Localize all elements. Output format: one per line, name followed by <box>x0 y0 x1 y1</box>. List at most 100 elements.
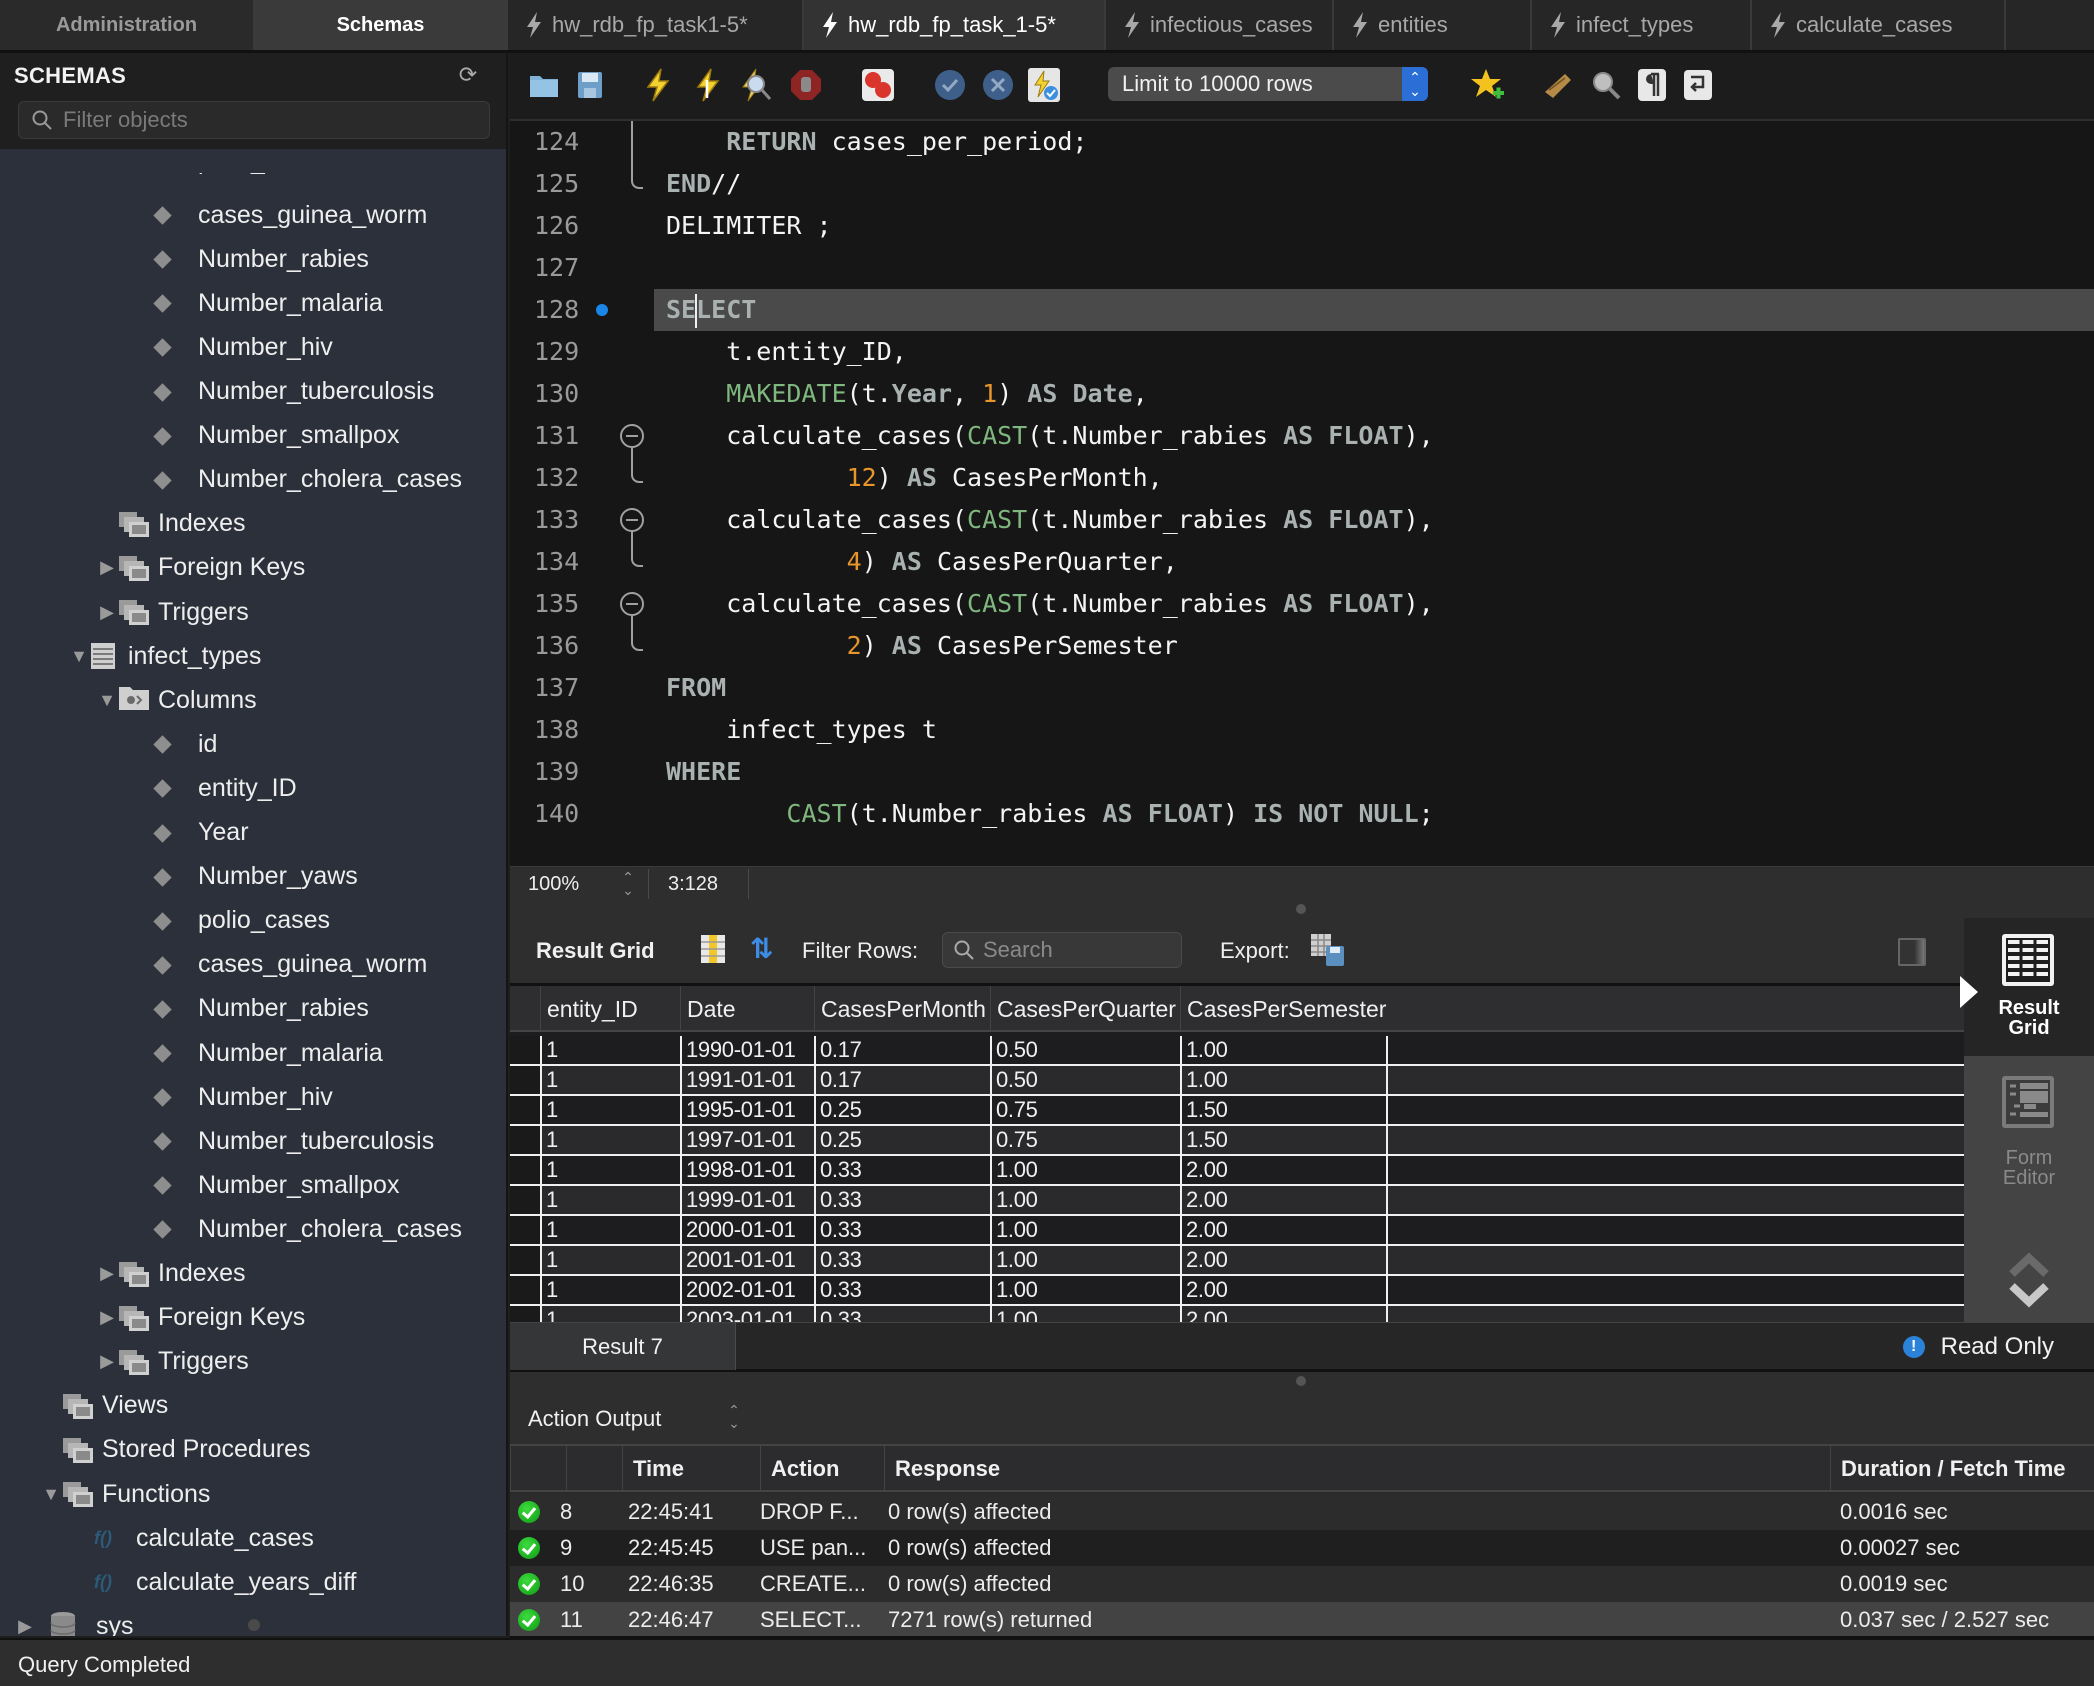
row-selector[interactable] <box>510 1246 540 1274</box>
tree-item-folder[interactable]: Stored Procedures <box>40 1428 310 1472</box>
refresh-icon[interactable]: ⇅ <box>750 934 784 964</box>
tree-item-columns-folder[interactable]: ▼ Columns <box>96 678 257 722</box>
grid-cell[interactable]: 1 <box>540 1156 680 1184</box>
collapsed-triangle-icon[interactable]: ▶ <box>96 1351 118 1373</box>
fold-collapse-icon[interactable] <box>620 592 644 616</box>
grid-cell[interactable]: 1.50 <box>1180 1096 1388 1124</box>
invisible-chars-icon[interactable] <box>1634 67 1670 103</box>
row-selector[interactable] <box>510 1306 540 1322</box>
result-grid-view-button[interactable]: Result Grid <box>1964 918 2094 1056</box>
tree-item-column[interactable]: cases_guinea_worm <box>152 193 427 237</box>
sidebar-resize-handle[interactable] <box>248 1619 260 1631</box>
tree-item-folder[interactable]: ▶ Triggers <box>96 590 249 634</box>
toggle-side-panel-icon[interactable] <box>1898 938 1926 966</box>
row-selector[interactable] <box>510 1096 540 1124</box>
row-selector[interactable] <box>510 1066 540 1094</box>
grid-cell[interactable]: 0.33 <box>814 1246 990 1274</box>
code-line[interactable]: 127 <box>510 247 2094 289</box>
grid-column-header[interactable]: CasesPerMonth <box>814 986 990 1032</box>
tab-result-7[interactable]: Result 7 <box>510 1323 736 1370</box>
query-tab[interactable]: infectious_cases <box>1106 0 1334 50</box>
tree-item-column[interactable]: Number_tuberculosis <box>152 1119 434 1163</box>
tree-item-folder[interactable]: ▶ Foreign Keys <box>96 546 305 590</box>
tree-item-column[interactable]: Number_malaria <box>152 281 383 325</box>
code-line[interactable]: 130 MAKEDATE(t.Year, 1) AS Date, <box>510 373 2094 415</box>
rollback-icon[interactable] <box>980 67 1016 103</box>
grid-cell[interactable]: 1.00 <box>990 1246 1180 1274</box>
code-line[interactable]: 133 calculate_cases(CAST(t.Number_rabies… <box>510 499 2094 541</box>
output-column-header[interactable] <box>566 1446 622 1492</box>
tree-item-column[interactable]: Number_cholera_cases <box>152 1207 462 1251</box>
grid-cell[interactable]: 1 <box>540 1096 680 1124</box>
execute-current-icon[interactable] <box>690 67 726 103</box>
find-icon[interactable] <box>1588 67 1624 103</box>
tree-item-column[interactable]: Number_yaws <box>152 855 358 899</box>
output-column-header[interactable] <box>510 1446 566 1492</box>
tree-item-schema[interactable]: ▶ sys <box>14 1604 134 1636</box>
save-icon[interactable] <box>572 67 608 103</box>
grid-row[interactable]: 1 1998-01-01 0.33 1.00 2.00 <box>510 1156 1964 1186</box>
tree-item-column[interactable]: Number_rabies <box>152 237 369 281</box>
grid-cell[interactable]: 1998-01-01 <box>680 1156 814 1184</box>
tree-item-column[interactable]: id <box>152 722 217 766</box>
grid-row[interactable]: 1 1999-01-01 0.33 1.00 2.00 <box>510 1186 1964 1216</box>
export-icon[interactable] <box>1310 932 1346 968</box>
code-line[interactable]: 126 DELIMITER ; <box>510 205 2094 247</box>
grid-column-header[interactable]: entity_ID <box>540 986 680 1032</box>
view-scroll-arrows-icon[interactable] <box>2006 1250 2052 1310</box>
tree-item-folder[interactable]: Indexes <box>96 502 246 546</box>
limit-rows-select[interactable]: Limit to 10000 rows ⌃ ⌄ <box>1108 67 1428 101</box>
word-wrap-icon[interactable] <box>1680 67 1716 103</box>
open-file-icon[interactable] <box>526 67 562 103</box>
code-line[interactable]: 134 4) AS CasesPerQuarter, <box>510 541 2094 583</box>
code-line[interactable]: 128 SELECT <box>510 289 2094 331</box>
grid-cell[interactable]: 2.00 <box>1180 1186 1388 1214</box>
tree-item-column[interactable]: Number_hiv <box>152 1075 333 1119</box>
query-tab[interactable]: hw_rdb_fp_task_1-5* <box>804 0 1106 50</box>
tree-item-function[interactable]: f() calculate_years_diff <box>94 1560 357 1604</box>
grid-cell[interactable]: 1 <box>540 1186 680 1214</box>
tree-item-column[interactable]: Number_malaria <box>152 1031 383 1075</box>
grid-cell[interactable]: 1990-01-01 <box>680 1036 814 1064</box>
grid-cell[interactable]: 0.50 <box>990 1036 1180 1064</box>
tree-item-folder[interactable]: ▼ Functions <box>40 1472 210 1516</box>
code-line[interactable]: 129 t.entity_ID, <box>510 331 2094 373</box>
grid-row[interactable]: 1 2002-01-01 0.33 1.00 2.00 <box>510 1276 1964 1306</box>
grid-cell[interactable]: 2001-01-01 <box>680 1246 814 1274</box>
chevron-updown-icon[interactable]: ⌃ ⌄ <box>726 1403 742 1430</box>
code-line[interactable]: 137 FROM <box>510 667 2094 709</box>
collapsed-triangle-icon[interactable]: ▶ <box>96 1307 118 1329</box>
grid-cell[interactable]: 1997-01-01 <box>680 1126 814 1154</box>
sql-editor[interactable]: 124 RETURN cases_per_period; 125 END//126 D… <box>510 121 2094 866</box>
tree-item-column[interactable]: Year <box>152 811 249 855</box>
form-editor-view-button[interactable]: Form Editor <box>1964 1068 2094 1198</box>
commit-icon[interactable] <box>932 67 968 103</box>
grid-cell[interactable]: 0.17 <box>814 1066 990 1094</box>
collapsed-triangle-icon[interactable]: ▶ <box>96 557 118 579</box>
grid-cell[interactable]: 1991-01-01 <box>680 1066 814 1094</box>
tree-item-column[interactable]: Number_cholera_cases <box>152 458 462 502</box>
output-column-header[interactable]: Time <box>622 1446 760 1492</box>
tree-item-function[interactable]: f() calculate_cases <box>94 1516 314 1560</box>
tree-item-column[interactable]: Number_hiv <box>152 325 333 369</box>
grid-row[interactable]: 1 2003-01-01 0.33 1.00 2.00 <box>510 1306 1964 1322</box>
filter-rows-input[interactable] <box>983 937 1173 963</box>
filter-objects-input[interactable] <box>63 107 463 133</box>
tree-item-column[interactable]: Number_tuberculosis <box>152 370 434 414</box>
grid-cell[interactable]: 0.75 <box>990 1096 1180 1124</box>
tree-item-folder[interactable]: ▶ Foreign Keys <box>96 1296 305 1340</box>
grid-cell[interactable]: 0.75 <box>990 1126 1180 1154</box>
grid-cell[interactable]: 1.00 <box>990 1156 1180 1184</box>
grid-cell[interactable]: 1995-01-01 <box>680 1096 814 1124</box>
tab-administration[interactable]: Administration <box>0 0 254 50</box>
grid-column-header[interactable]: Date <box>680 986 814 1032</box>
grid-cell[interactable]: 1 <box>540 1306 680 1322</box>
grid-cell[interactable]: 0.25 <box>814 1126 990 1154</box>
code-line[interactable]: 132 12) AS CasesPerMonth, <box>510 457 2094 499</box>
code-line[interactable]: 138 infect_types t <box>510 709 2094 751</box>
refresh-icon[interactable]: ⟳ <box>454 61 482 89</box>
row-selector[interactable] <box>510 1276 540 1304</box>
expanded-triangle-icon[interactable]: ▼ <box>68 645 90 667</box>
tree-item-folder[interactable]: Views <box>40 1384 168 1428</box>
grid-cell[interactable]: 2.00 <box>1180 1306 1388 1322</box>
